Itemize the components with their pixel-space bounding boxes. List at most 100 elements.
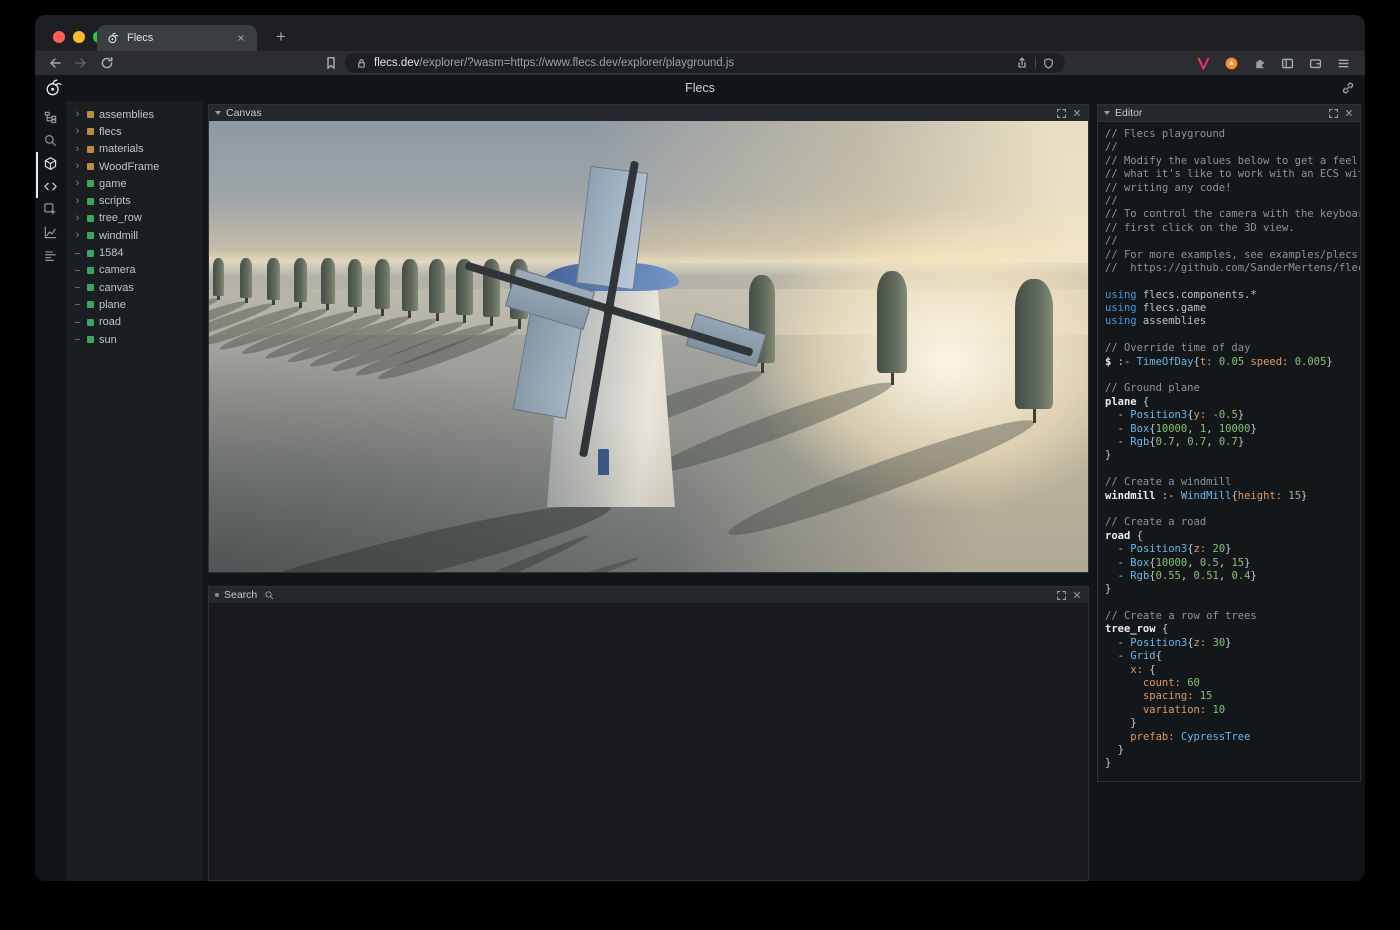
code-line: }	[1105, 717, 1360, 730]
brave-logo-icon[interactable]	[1196, 56, 1211, 71]
code-icon[interactable]	[35, 175, 66, 198]
expand-chevron-icon[interactable]: ›	[73, 213, 82, 224]
sidebar-toggle-icon[interactable]	[1280, 56, 1295, 71]
tree-item-label: 1584	[99, 247, 123, 259]
wallet-icon[interactable]	[1308, 56, 1323, 71]
expand-chevron-icon[interactable]: ›	[73, 230, 82, 241]
extensions-puzzle-icon[interactable]	[1252, 56, 1267, 71]
tree-item-camera[interactable]: camera	[66, 262, 203, 279]
tree-item-label: tree_row	[99, 212, 142, 224]
stats-icon[interactable]	[35, 244, 66, 267]
forward-button[interactable]	[73, 55, 89, 71]
tree-item-label: scripts	[99, 195, 131, 207]
code-line: spacing: 15	[1105, 690, 1360, 703]
code-line: // Override time of day	[1105, 342, 1360, 355]
tree-item-canvas[interactable]: canvas	[66, 279, 203, 296]
leaf-dash-icon	[73, 287, 82, 288]
search-panel-header: Search	[209, 587, 1088, 604]
url-text: flecs.dev/explorer/?wasm=https://www.fle…	[374, 57, 1009, 69]
new-tab-button[interactable]: +	[269, 25, 293, 49]
tree-item-flecs[interactable]: ›flecs	[66, 123, 203, 140]
code-line: variation: 10	[1105, 704, 1360, 717]
tree-item-materials[interactable]: ›materials	[66, 141, 203, 158]
maximize-icon[interactable]	[1056, 108, 1067, 119]
tree-item-road[interactable]: road	[66, 314, 203, 331]
code-editor-content[interactable]: // Flecs playground//// Modify the value…	[1098, 121, 1360, 779]
window-minimize-button[interactable]	[73, 31, 85, 43]
code-line: //	[1105, 195, 1360, 208]
entity-color-swatch	[87, 267, 94, 274]
close-icon[interactable]	[1072, 108, 1082, 118]
leaf-dash-icon	[73, 304, 82, 305]
windmill-hub	[603, 303, 615, 315]
entity-color-swatch	[87, 198, 94, 205]
expand-chevron-icon[interactable]: ›	[73, 196, 82, 207]
code-line: // Create a row of trees	[1105, 610, 1360, 623]
tree-item-WoodFrame[interactable]: ›WoodFrame	[66, 158, 203, 175]
code-line: road {	[1105, 530, 1360, 543]
menu-hamburger-icon[interactable]	[1336, 56, 1351, 71]
code-line: x: {	[1105, 664, 1360, 677]
url-domain: flecs.dev	[374, 57, 419, 69]
tree-item-label: game	[99, 178, 127, 190]
code-line: using assemblies	[1105, 315, 1360, 328]
entity-color-swatch	[87, 146, 94, 153]
tab-close-icon[interactable]	[234, 31, 248, 45]
share-icon[interactable]	[1015, 56, 1029, 70]
close-icon[interactable]	[1072, 590, 1082, 600]
maximize-icon[interactable]	[1056, 590, 1067, 601]
share-link-icon[interactable]	[1341, 81, 1355, 95]
code-line: - Rgb{0.55, 0.51, 0.4}	[1105, 570, 1360, 583]
url-path: /explorer/?wasm=https://www.flecs.dev/ex…	[419, 57, 734, 69]
reload-button[interactable]	[99, 55, 115, 71]
search-icon[interactable]	[35, 129, 66, 152]
code-line: - Box{10000, 1, 10000}	[1105, 423, 1360, 436]
tree-item-plane[interactable]: plane	[66, 296, 203, 313]
entity-color-swatch	[87, 111, 94, 118]
tree-item-1584[interactable]: 1584	[66, 244, 203, 261]
browser-tab-flecs[interactable]: Flecs	[97, 25, 257, 51]
brave-rewards-icon[interactable]	[1224, 56, 1239, 71]
canvas-3d-view[interactable]	[209, 121, 1088, 572]
tree-item-windmill[interactable]: ›windmill	[66, 227, 203, 244]
code-line: }	[1105, 744, 1360, 757]
expand-chevron-icon[interactable]: ›	[73, 178, 82, 189]
tree-item-scripts[interactable]: › scripts	[66, 192, 203, 209]
icon-rail	[35, 101, 66, 881]
code-line	[1105, 503, 1360, 516]
close-icon[interactable]	[1344, 108, 1354, 118]
tree-item-label: plane	[99, 299, 126, 311]
cube-icon[interactable]	[35, 152, 66, 175]
code-line: // Flecs playground	[1105, 128, 1360, 141]
brave-shield-icon[interactable]	[1042, 57, 1055, 70]
code-line	[1105, 329, 1360, 342]
tree-item-sun[interactable]: sun	[66, 331, 203, 348]
collapse-chevron-icon[interactable]	[215, 111, 221, 115]
tree-item-assemblies[interactable]: ›assemblies	[66, 106, 203, 123]
collapse-chevron-icon[interactable]	[1104, 111, 1110, 115]
expand-chevron-icon[interactable]: ›	[73, 144, 82, 155]
expand-chevron-icon[interactable]: ›	[73, 161, 82, 172]
back-button[interactable]	[47, 55, 63, 71]
search-results-area	[209, 603, 1088, 880]
code-editor[interactable]: // Flecs playground//// Modify the value…	[1098, 121, 1360, 781]
code-line: //	[1105, 141, 1360, 154]
maximize-icon[interactable]	[1328, 108, 1339, 119]
entity-color-swatch	[87, 128, 94, 135]
leaf-dash-icon	[73, 253, 82, 254]
url-bar[interactable]: flecs.dev/explorer/?wasm=https://www.fle…	[345, 53, 1065, 73]
bookmark-icon[interactable]	[323, 55, 339, 71]
expand-chevron-icon[interactable]: ›	[73, 126, 82, 137]
code-line: - Position3{y: -0.5}	[1105, 409, 1360, 422]
tree-icon[interactable]	[35, 106, 66, 129]
expand-chevron-icon[interactable]: ›	[73, 109, 82, 120]
tree-item-game[interactable]: › game	[66, 175, 203, 192]
tab-favicon-flecs-logo	[106, 31, 120, 45]
window-close-button[interactable]	[53, 31, 65, 43]
tree-item-tree_row[interactable]: › tree_row	[66, 210, 203, 227]
flecs-explorer-page: Flecs ›assemblies›flecs›materials›WoodFr…	[35, 75, 1365, 881]
code-line: - Rgb{0.7, 0.7, 0.7}	[1105, 436, 1360, 449]
inspect-icon[interactable]	[35, 198, 66, 221]
chart-icon[interactable]	[35, 221, 66, 244]
collapse-dot-icon[interactable]	[215, 593, 219, 597]
